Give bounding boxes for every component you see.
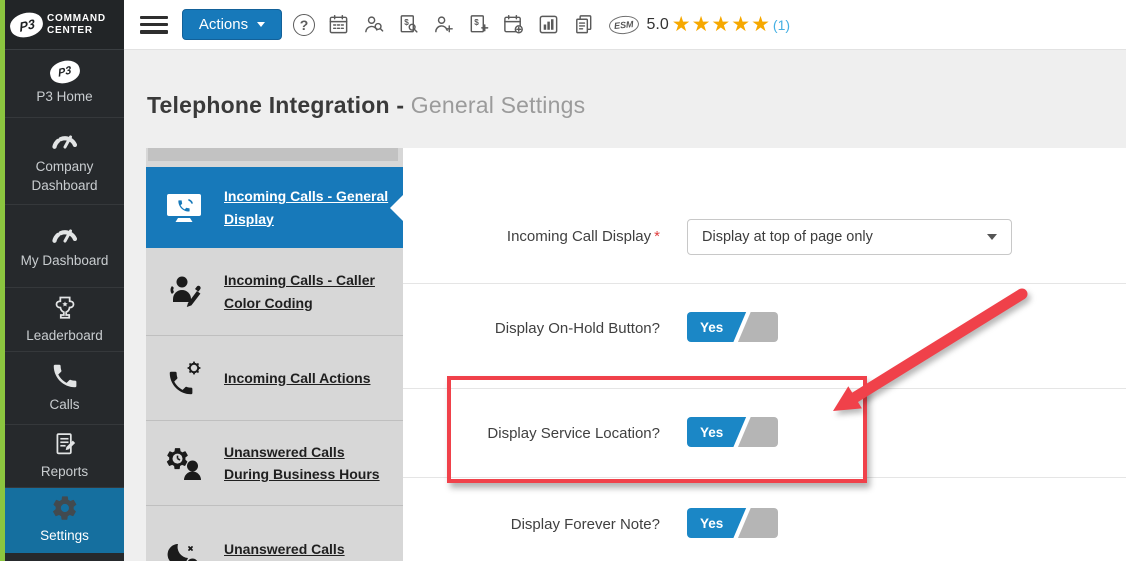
page-title-secondary: General Settings [410,92,586,118]
sidebar-item-label: Company Dashboard [31,158,98,193]
sidebar: P3 COMMAND CENTER P3 P3 Home Company Das… [5,0,124,561]
sidebar-item-settings[interactable]: Settings [5,488,124,553]
trophy-icon [51,294,79,322]
tab-label: Incoming Calls - Caller Color Coding [224,272,375,311]
sidebar-item-calls[interactable]: Calls [5,352,124,425]
active-tab-pointer-icon [390,195,403,221]
p3-logo-icon: P3 [7,8,46,41]
sidebar-item-company-dashboard[interactable]: Company Dashboard [5,118,124,205]
rating-widget: 5.0 ★★★★★ (1) [647,14,791,35]
tab-unanswered-calls-business-hours[interactable]: Unanswered Calls During Business Hours [146,420,403,505]
row-divider [403,388,1126,389]
brand-text: COMMAND CENTER [47,13,106,37]
brand-command: COMMAND [47,12,106,24]
hamburger-menu-button[interactable] [140,15,168,34]
app-window: P3 COMMAND CENTER P3 P3 Home Company Das… [0,0,1126,561]
estimate-search-icon[interactable]: $ [396,13,420,37]
dropdown-caret-icon [987,234,997,240]
tab-list: Incoming Calls - General Display Incomin… [146,167,403,561]
rating-count-link[interactable]: (1) [773,17,790,33]
app-logo: P3 COMMAND CENTER [5,0,124,50]
display-service-location-toggle[interactable]: Yes [687,417,778,447]
actions-button[interactable]: Actions [182,9,282,40]
caret-down-icon [257,22,266,27]
page-title: Telephone Integration - General Settings [147,92,585,119]
help-icon[interactable]: ? [293,13,315,36]
tab-label: Incoming Call Actions [224,369,371,386]
display-service-location-label: Display Service Location? [487,425,660,442]
caller-color-brush-icon [164,272,206,312]
display-on-hold-label: Display On-Hold Button? [494,320,660,337]
bar-chart-icon[interactable] [536,13,560,37]
sidebar-item-leaderboard[interactable]: Leaderboard [5,288,124,352]
sidebar-item-p3-home[interactable]: P3 P3 Home [5,50,124,118]
copy-documents-icon[interactable] [571,13,595,37]
row-divider [403,283,1126,284]
row-divider [403,477,1126,478]
sidebar-item-my-dashboard[interactable]: My Dashboard [5,205,124,288]
moon-person-icon [164,541,206,561]
incoming-call-display-label: Incoming Call Display * [506,228,660,245]
currency-glyph: $ [474,18,479,27]
p3-logo-text: P3 [17,15,36,34]
esm-badge[interactable]: ESM [608,14,640,35]
add-calendar-event-icon[interactable] [501,13,525,37]
rating-value: 5.0 [646,15,669,33]
sidebar-item-label: My Dashboard [20,253,109,269]
p3-home-icon: P3 [47,57,82,86]
brand-center: CENTER [47,24,93,36]
star-rating-icons: ★★★★★ [671,13,771,36]
sidebar-item-label: Leaderboard [26,327,103,343]
required-marker: * [654,228,660,245]
actions-button-label: Actions [198,16,249,33]
gear-icon [51,494,79,522]
p3-home-icon-text: P3 [57,63,72,80]
customer-search-icon[interactable] [361,13,385,37]
sidebar-item-label: Calls [49,397,80,413]
sidebar-item-label: P3 Home [36,88,93,104]
tab-incoming-calls-general-display[interactable]: Incoming Calls - General Display [146,167,403,248]
phone-gear-icon [164,358,206,398]
display-forever-note-toggle[interactable]: Yes [687,508,778,538]
display-forever-note-label: Display Forever Note? [510,516,660,533]
settings-form: Incoming Call Display * Display at top of… [403,148,1126,561]
tabs-scrollbar[interactable] [148,148,398,161]
display-on-hold-toggle[interactable]: Yes [687,312,778,342]
add-customer-icon[interactable] [431,13,455,37]
selected-option: Display at top of page only [702,229,873,245]
speedometer-icon [50,221,80,247]
sidebar-item-label: Reports [40,464,89,480]
incoming-call-display-select[interactable]: Display at top of page only [687,219,1012,255]
settings-tab-list: Incoming Calls - General Display Incomin… [146,148,403,561]
green-accent-bar [0,0,5,561]
calendar-icon[interactable] [326,13,350,37]
tab-incoming-call-actions[interactable]: Incoming Call Actions [146,335,403,420]
add-estimate-icon[interactable]: $ [466,13,490,37]
tab-incoming-calls-caller-color-coding[interactable]: Incoming Calls - Caller Color Coding [146,248,403,335]
tab-label: Unanswered Calls During Business Hours [224,443,380,482]
report-icon [51,430,79,458]
gear-clock-person-icon [164,443,206,483]
page-title-primary: Telephone Integration - [147,92,405,118]
monitor-phone-icon [164,189,206,227]
phone-icon [50,361,80,391]
tab-label: Unanswered Calls During After Hours [224,541,345,558]
sidebar-item-label: Settings [40,528,89,544]
topbar: Actions ? $ $ ESM 5.0 ★★★★★ (1) [124,0,1126,50]
tab-label: Incoming Calls - General Display [224,188,389,227]
tab-unanswered-calls-after-hours[interactable]: Unanswered Calls During After Hours [146,505,403,561]
speedometer-icon [50,127,80,153]
sidebar-item-reports[interactable]: Reports [5,425,124,488]
currency-glyph: $ [404,18,409,27]
